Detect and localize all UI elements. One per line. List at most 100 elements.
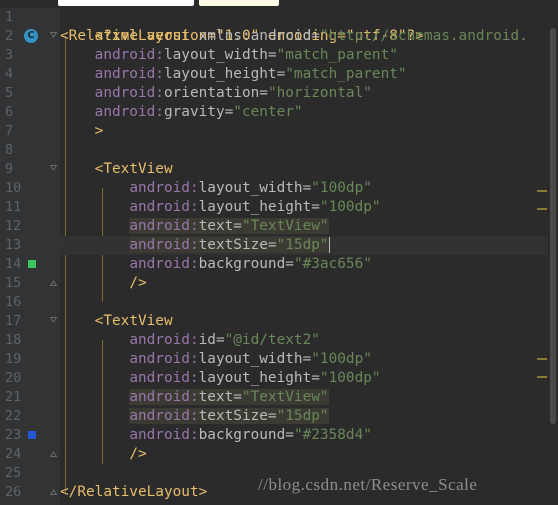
color-preview-swatch[interactable] [28, 431, 36, 439]
tag-name: TextView [103, 161, 173, 177]
code-line: android:background="#3ac656" [60, 255, 548, 274]
tag-bracket: /> [129, 275, 147, 291]
gutter-line: 7 [0, 122, 60, 141]
code-line: android:text="TextView" [60, 388, 548, 407]
gutter-line: 2 C [0, 27, 60, 46]
gutter-line: 16 [0, 293, 60, 312]
attribute-namespace: android: [129, 256, 199, 272]
error-stripe-marker[interactable] [537, 190, 547, 192]
line-number: 6 [5, 104, 14, 120]
fold-collapse-icon[interactable] [50, 165, 57, 172]
tag-name: TextView [103, 313, 173, 329]
gutter-line: 12 [0, 217, 60, 236]
fold-expand-icon[interactable] [50, 279, 57, 286]
line-number: 17 [5, 313, 22, 329]
class-icon[interactable]: C [24, 29, 38, 43]
code-line: /> [60, 445, 548, 464]
attribute-namespace: android: [129, 370, 199, 386]
fold-expand-icon[interactable] [50, 450, 57, 457]
code-line: android:id="@id/text2" [60, 331, 548, 350]
code-line: android:gravity="center" [60, 103, 548, 122]
gutter-line: 5 [0, 84, 60, 103]
highlighted-span: android:textSize="15dp" [129, 237, 329, 253]
gutter-line: 17 [0, 312, 60, 331]
attribute-value: "http://schemas.android. [319, 28, 528, 44]
fold-expand-icon[interactable] [50, 488, 57, 495]
code-line: /> [60, 274, 548, 293]
attribute-name: layout_height= [198, 199, 320, 215]
error-stripe-marker[interactable] [537, 376, 547, 378]
error-stripe-marker[interactable] [537, 358, 547, 360]
gutter-line: 21 [0, 388, 60, 407]
attribute-name: textSize= [198, 408, 277, 424]
attribute-name: layout_height= [198, 370, 320, 386]
code-line: android:layout_width="100dp" [60, 179, 548, 198]
gutter-line: 9 [0, 160, 60, 179]
attribute-name: gravity= [163, 104, 234, 120]
code-line: <TextView [60, 160, 548, 179]
attribute-namespace: android: [94, 66, 164, 82]
code-editor[interactable]: <?xml version="1.0" encoding="utf-8"?> <… [60, 8, 548, 505]
attribute-value: "15dp" [276, 237, 329, 253]
editor-tab[interactable] [58, 0, 194, 6]
gutter-line: 18 [0, 331, 60, 350]
line-number: 4 [5, 66, 14, 82]
attribute-name: layout_width= [198, 351, 312, 367]
attribute-namespace: android: [129, 218, 199, 234]
attribute-value: "horizontal" [267, 85, 372, 101]
editor-tab-active[interactable] [199, 0, 279, 6]
line-number: 13 [5, 237, 22, 253]
error-stripe-marker[interactable] [537, 208, 547, 210]
gutter-line: 26 [0, 483, 60, 502]
gutter-line: 11 [0, 198, 60, 217]
tag-bracket: /> [129, 446, 147, 462]
code-line: android:layout_width="100dp" [60, 350, 548, 369]
line-number: 14 [5, 256, 22, 272]
attribute-namespace: android: [129, 351, 199, 367]
color-preview-swatch[interactable] [28, 260, 36, 268]
code-line: <TextView [60, 312, 548, 331]
tag-name: RelativeLayout [77, 484, 199, 500]
tag-name: RelativeLayout [68, 28, 190, 44]
line-number: 12 [5, 218, 22, 234]
attribute-name: background= [198, 256, 294, 272]
line-number: 21 [5, 389, 22, 405]
attribute-value: "100dp" [311, 180, 372, 196]
attribute-namespace: android: [129, 180, 199, 196]
attribute-value: "100dp" [319, 199, 381, 215]
highlighted-span: android:text="TextView" [129, 218, 329, 234]
attribute-value: "100dp" [311, 351, 372, 367]
fold-collapse-icon[interactable] [50, 32, 57, 39]
gutter-line: 23 [0, 426, 60, 445]
code-line: android:orientation="horizontal" [60, 84, 548, 103]
attribute-value: "100dp" [319, 370, 381, 386]
watermark-text: //blog.csdn.net/Reserve_Scale [258, 475, 478, 494]
code-line: android:textSize="15dp" [60, 407, 548, 426]
line-number-gutter: 1 2 C 3 4 5 6 7 8 9 10 11 12 13 14 15 16… [0, 8, 60, 505]
line-number: 19 [5, 351, 22, 367]
gutter-line: 14 [0, 255, 60, 274]
attribute-value: "center" [233, 104, 303, 120]
attribute-name: layout_height= [163, 66, 286, 82]
scrollbar-thumb[interactable] [550, 28, 556, 424]
attribute-namespace: android: [94, 104, 164, 120]
code-line: android:background="#2358d4" [60, 426, 548, 445]
code-line: android:layout_height="100dp" [60, 198, 548, 217]
highlighted-span: android:text="TextView" [129, 389, 329, 405]
attribute-namespace: android: [129, 408, 199, 424]
code-line: android:text="TextView" [60, 217, 548, 236]
vertical-scrollbar[interactable] [548, 8, 558, 505]
line-number: 20 [5, 370, 22, 386]
gutter-line: 15 [0, 274, 60, 293]
line-number: 7 [5, 123, 14, 139]
fold-collapse-icon[interactable] [50, 317, 57, 324]
code-line-current: android:textSize="15dp" [60, 236, 548, 255]
gutter-line: 13 [0, 236, 60, 255]
gutter-line: 4 [0, 65, 60, 84]
gutter-line: 24 [0, 445, 60, 464]
line-number: 5 [5, 85, 14, 101]
gutter-line: 25 [0, 464, 60, 483]
attribute-value: "15dp" [276, 408, 329, 424]
